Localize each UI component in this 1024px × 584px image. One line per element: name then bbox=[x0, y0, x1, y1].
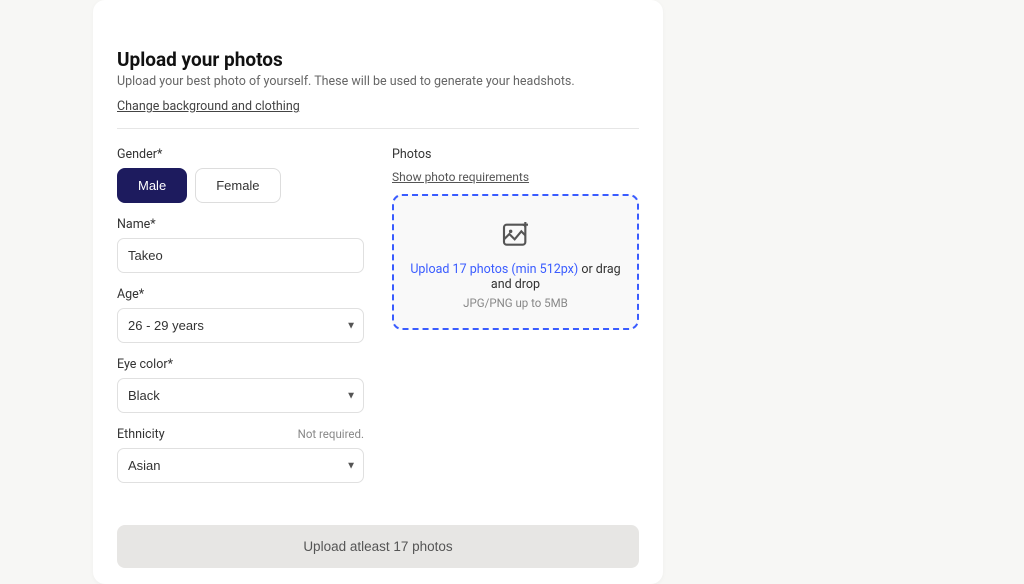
age-select[interactable] bbox=[117, 308, 364, 343]
dropzone-link-text: Upload 17 photos (min 512px) bbox=[410, 262, 578, 277]
form-column: Gender* Male Female Name* Age* ▼ Eye col… bbox=[117, 147, 364, 497]
photo-dropzone[interactable]: Upload 17 photos (min 512px) or drag and… bbox=[392, 194, 639, 330]
eye-color-select[interactable] bbox=[117, 378, 364, 413]
gender-female-button[interactable]: Female bbox=[195, 168, 280, 203]
photos-label: Photos bbox=[392, 147, 639, 162]
image-plus-icon bbox=[500, 218, 532, 254]
eye-color-label: Eye color* bbox=[117, 357, 364, 372]
age-label: Age* bbox=[117, 287, 364, 302]
gender-male-button[interactable]: Male bbox=[117, 168, 187, 203]
name-label: Name* bbox=[117, 217, 364, 232]
photos-column: Photos Show photo requirements Upload 17… bbox=[392, 147, 639, 497]
ethnicity-not-required: Not required. bbox=[298, 427, 364, 441]
divider bbox=[117, 128, 639, 129]
page-subtitle: Upload your best photo of yourself. Thes… bbox=[117, 74, 639, 89]
ethnicity-label: Ethnicity Not required. bbox=[117, 427, 364, 442]
dropzone-text: Upload 17 photos (min 512px) or drag and… bbox=[408, 262, 623, 292]
upload-card: Upload your photos Upload your best phot… bbox=[93, 0, 663, 584]
gender-label: Gender* bbox=[117, 147, 364, 162]
ethnicity-label-text: Ethnicity bbox=[117, 427, 165, 442]
dropzone-subtext: JPG/PNG up to 5MB bbox=[408, 296, 623, 310]
page-title: Upload your photos bbox=[117, 48, 639, 71]
change-background-link[interactable]: Change background and clothing bbox=[117, 99, 300, 114]
upload-cta-button[interactable]: Upload atleast 17 photos bbox=[117, 525, 639, 568]
ethnicity-select[interactable] bbox=[117, 448, 364, 483]
name-input[interactable] bbox=[117, 238, 364, 273]
show-requirements-link[interactable]: Show photo requirements bbox=[392, 170, 529, 184]
